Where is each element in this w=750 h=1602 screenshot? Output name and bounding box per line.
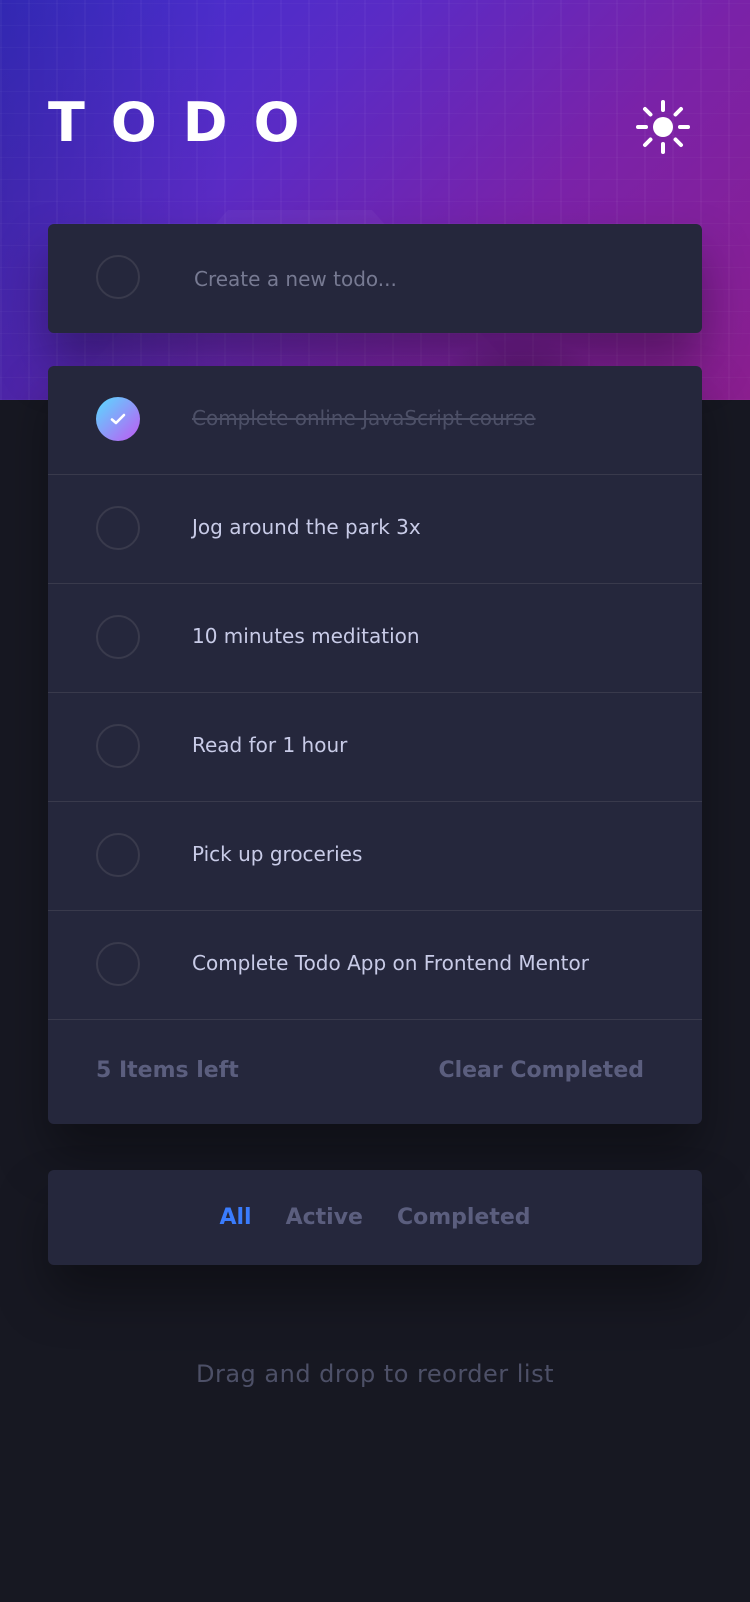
todo-list: Complete online JavaScript course Jog ar…	[48, 366, 702, 1124]
header-background	[0, 0, 750, 400]
app-title: TODO	[48, 91, 326, 154]
create-todo-checkbox[interactable]	[96, 255, 140, 299]
todo-footer: 5 Items left Clear Completed	[48, 1020, 702, 1124]
todo-checkbox[interactable]	[96, 724, 140, 768]
filter-all[interactable]: All	[219, 1205, 251, 1230]
create-todo-card	[48, 224, 702, 333]
todo-text: 10 minutes meditation	[192, 624, 420, 648]
drag-hint-text: Drag and drop to reorder list	[195, 1360, 555, 1388]
todo-checkbox[interactable]	[96, 833, 140, 877]
todo-item[interactable]: Complete Todo App on Frontend Mentor	[48, 911, 702, 1020]
filter-completed[interactable]: Completed	[397, 1205, 531, 1230]
todo-text: Pick up groceries	[192, 842, 363, 866]
todo-item[interactable]: Read for 1 hour	[48, 693, 702, 802]
todo-text: Complete online JavaScript course	[192, 406, 536, 430]
todo-checkbox[interactable]	[96, 942, 140, 986]
create-todo-input[interactable]	[192, 253, 666, 305]
todo-checkbox[interactable]	[96, 615, 140, 659]
filter-bar: All Active Completed	[48, 1170, 702, 1265]
todo-item[interactable]: Pick up groceries	[48, 802, 702, 911]
theme-toggle-button[interactable]	[636, 100, 690, 154]
filter-active[interactable]: Active	[286, 1205, 363, 1230]
todo-text: Jog around the park 3x	[192, 515, 421, 539]
todo-text: Read for 1 hour	[192, 733, 348, 757]
items-left-count: 5 Items left	[96, 1058, 239, 1083]
clear-completed-button[interactable]: Clear Completed	[438, 1058, 644, 1083]
todo-item[interactable]: 10 minutes meditation	[48, 584, 702, 693]
todo-item[interactable]: Complete online JavaScript course	[48, 366, 702, 475]
check-icon	[110, 413, 126, 425]
todo-item[interactable]: Jog around the park 3x	[48, 475, 702, 584]
todo-checkbox[interactable]	[96, 506, 140, 550]
todo-checkbox[interactable]	[96, 397, 140, 441]
todo-text: Complete Todo App on Frontend Mentor	[192, 951, 589, 975]
sun-icon	[636, 100, 690, 154]
